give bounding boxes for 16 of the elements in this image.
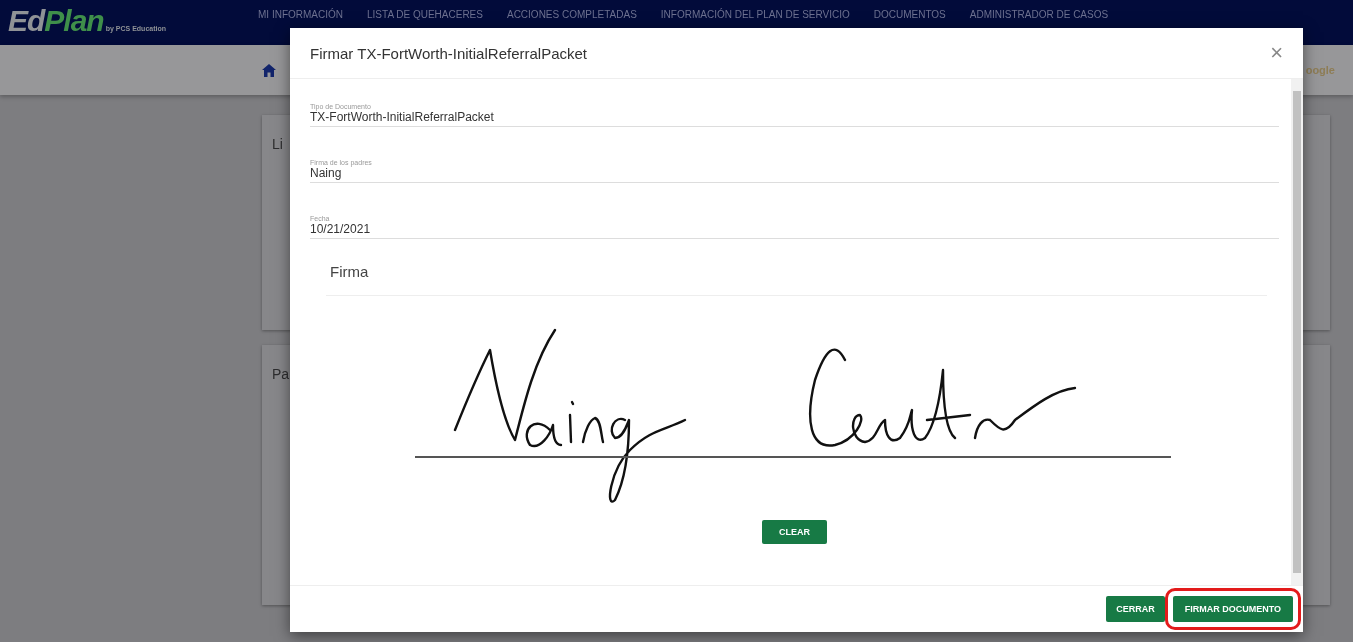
dialog-title: Firmar TX-FortWorth-InitialReferralPacket: [310, 44, 587, 62]
signature-header: Firma: [326, 263, 1267, 296]
clear-button[interactable]: CLEAR: [762, 520, 827, 544]
card-title: Pa: [272, 366, 290, 382]
close-button[interactable]: ×: [1264, 42, 1289, 64]
nav-link[interactable]: LISTA DE QUEHACERES: [367, 9, 483, 20]
scrollbar[interactable]: [1291, 79, 1303, 585]
nav-link[interactable]: MI INFORMACIÓN: [258, 9, 343, 20]
dialog-button[interactable]: CERRAR: [1106, 596, 1165, 622]
card-title: Li: [272, 136, 283, 152]
nav-link[interactable]: INFORMACIÓN DEL PLAN DE SERVICIO: [660, 9, 850, 20]
nav-link[interactable]: DOCUMENTOS: [873, 9, 946, 20]
nav-link[interactable]: ADMINISTRADOR DE CASOS: [969, 9, 1109, 20]
home-icon[interactable]: [262, 63, 276, 77]
nav-link[interactable]: ACCIONES COMPLETADAS: [506, 9, 637, 20]
google-logo-text: oogle: [1305, 64, 1335, 76]
